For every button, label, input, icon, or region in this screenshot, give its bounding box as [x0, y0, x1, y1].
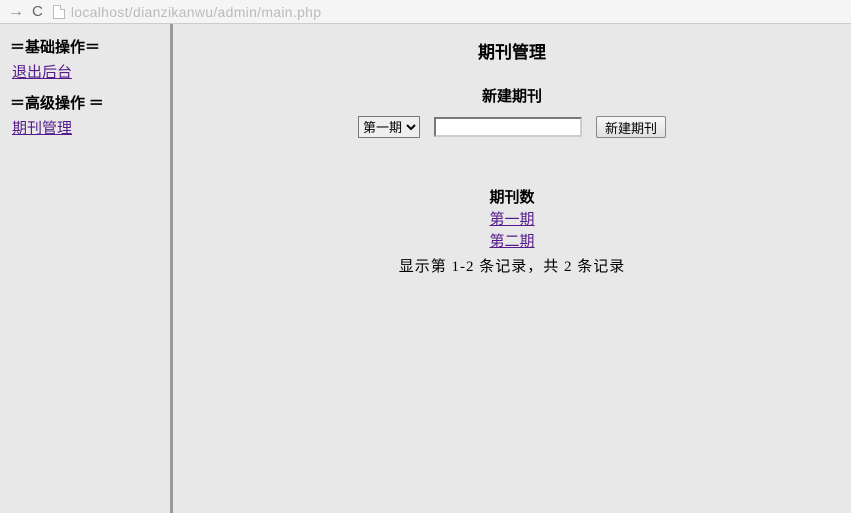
- pagination-info: 显示第 1-2 条记录，共 2 条记录: [173, 255, 851, 276]
- frame-container: ＝基础操作＝ 退出后台 ＝高级操作 ＝ 期刊管理 期刊管理 新建期刊 第一期 新…: [0, 24, 851, 513]
- page-icon: [53, 5, 65, 19]
- new-issue-title: 新建期刊: [173, 85, 851, 106]
- new-issue-form: 第一期 新建期刊: [173, 116, 851, 138]
- sidebar-section-advanced: ＝高级操作 ＝: [10, 92, 160, 113]
- main-content: 期刊管理 新建期刊 第一期 新建期刊 期刊数 第一期 第二期 显示第 1-2 条…: [173, 24, 851, 513]
- reload-icon[interactable]: C: [32, 3, 43, 20]
- issue-name-input[interactable]: [434, 117, 582, 137]
- sidebar-link-journal-manage[interactable]: 期刊管理: [12, 117, 160, 138]
- sidebar-link-logout[interactable]: 退出后台: [12, 61, 160, 82]
- browser-address-bar: → C localhost/dianzikanwu/admin/main.php: [0, 0, 851, 24]
- issue-link[interactable]: 第二期: [173, 231, 851, 253]
- url-text: localhost/dianzikanwu/admin/main.php: [71, 4, 322, 20]
- issue-list-section: 期刊数 第一期 第二期 显示第 1-2 条记录，共 2 条记录: [173, 186, 851, 276]
- sidebar: ＝基础操作＝ 退出后台 ＝高级操作 ＝ 期刊管理: [0, 24, 173, 513]
- issue-select[interactable]: 第一期: [358, 116, 420, 138]
- issue-link[interactable]: 第一期: [173, 209, 851, 231]
- create-issue-button[interactable]: 新建期刊: [596, 116, 666, 138]
- page-title: 期刊管理: [173, 38, 851, 63]
- nav-forward-icon[interactable]: →: [8, 3, 24, 21]
- issue-count-title: 期刊数: [173, 186, 851, 207]
- sidebar-section-basic: ＝基础操作＝: [10, 36, 160, 57]
